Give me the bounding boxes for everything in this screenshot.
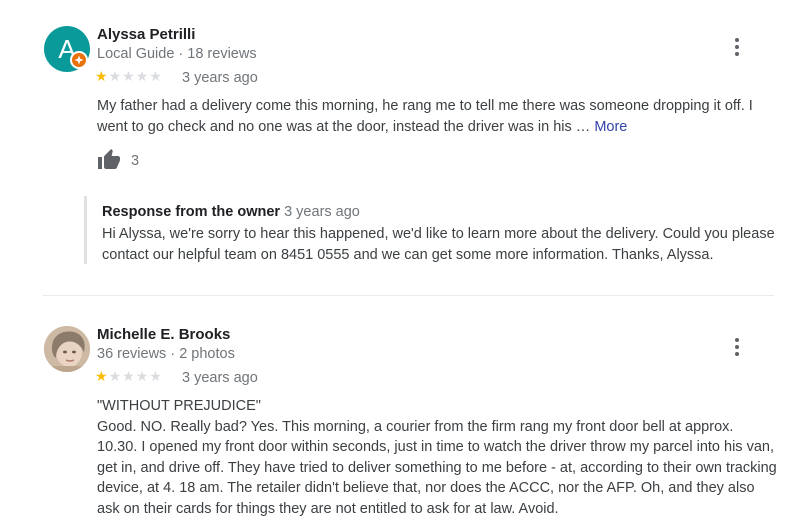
star-icon: ★ bbox=[95, 368, 109, 384]
review-body: Good. NO. Really bad? Yes. This morning,… bbox=[97, 418, 777, 517]
avatar[interactable] bbox=[44, 326, 90, 372]
star-icon: ★ bbox=[108, 368, 123, 384]
more-vert-icon[interactable] bbox=[731, 338, 743, 358]
review-card: Michelle E. Brooks 36 reviews · 2 photos… bbox=[0, 0, 790, 523]
star-icon: ★ bbox=[149, 368, 163, 384]
reviewer-meta[interactable]: 36 reviews · 2 photos bbox=[97, 346, 235, 362]
star-icon: ★ bbox=[122, 368, 136, 384]
review-heading: "WITHOUT PREJUDICE" bbox=[97, 398, 261, 414]
star-rating: ★★★★★ bbox=[95, 368, 163, 385]
reviewer-name[interactable]: Michelle E. Brooks bbox=[97, 326, 230, 343]
star-icon: ★ bbox=[135, 368, 150, 384]
review-text: "WITHOUT PREJUDICE" Good. NO. Really bad… bbox=[97, 396, 777, 519]
review-date: 3 years ago bbox=[182, 370, 258, 386]
